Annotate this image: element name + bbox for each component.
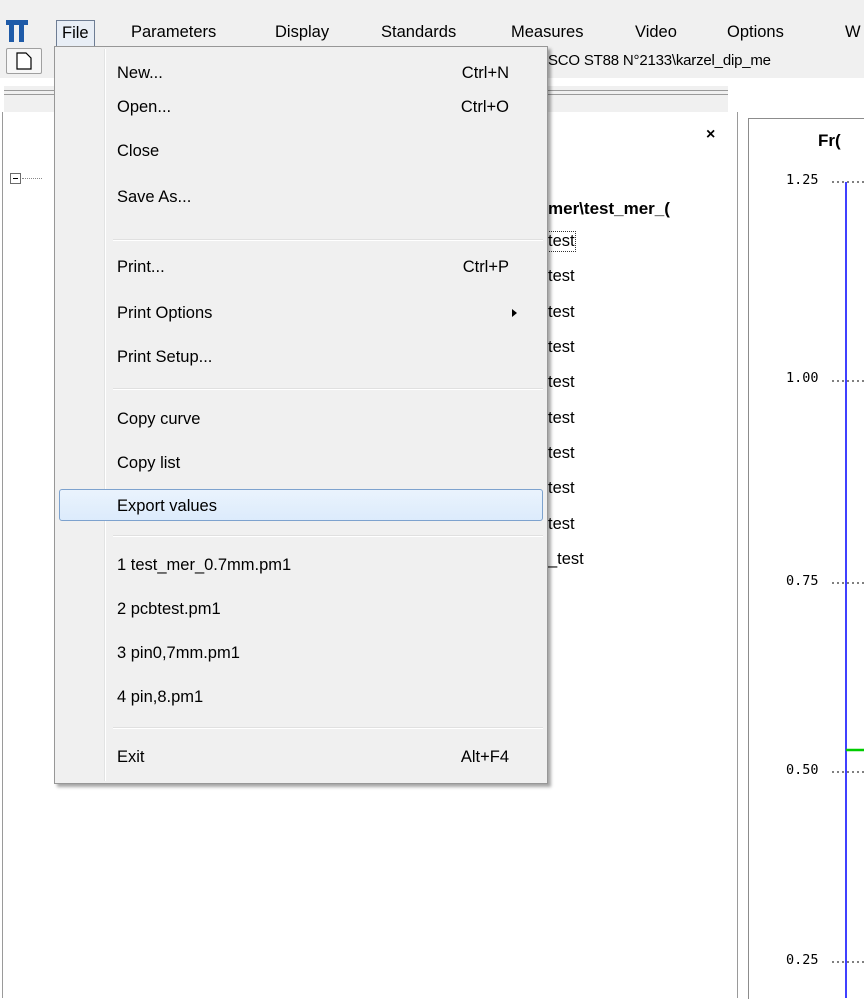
menu-item-print[interactable]: Print... Ctrl+P: [59, 251, 543, 283]
menu-window[interactable]: W: [840, 20, 864, 47]
menu-item-shortcut: Ctrl+N: [461, 64, 509, 82]
menu-item-label: Copy curve: [117, 410, 201, 428]
submenu-arrow-icon: [512, 309, 517, 317]
menu-item-shortcut: Ctrl+O: [460, 98, 509, 116]
menu-item-print-setup[interactable]: Print Setup...: [59, 341, 543, 373]
new-document-button[interactable]: [6, 48, 42, 74]
app-logo-icon: [6, 20, 28, 42]
menu-item-label: Copy list: [117, 454, 181, 472]
menu-item-label: 1 test_mer_0.7mm.pm1: [117, 556, 292, 574]
menu-item-shortcut: Ctrl+P: [462, 258, 509, 276]
menu-item-label: Print...: [117, 258, 165, 276]
menu-item-recent-4[interactable]: 4 pin,8.pm1: [59, 681, 543, 713]
tree-connector: [22, 178, 42, 179]
tree-node[interactable]: test: [548, 303, 575, 322]
menu-bar: File Parameters Display Standards Measur…: [0, 0, 864, 47]
y-tick-label: 0.75: [786, 573, 819, 589]
menu-item-recent-3[interactable]: 3 pin0,7mm.pm1: [59, 637, 543, 669]
menu-item-label: New...: [117, 64, 163, 82]
tree-node[interactable]: test: [548, 267, 575, 286]
new-document-icon: [16, 52, 32, 70]
tree-collapse-icon[interactable]: [10, 173, 21, 184]
menu-item-label: Print Options: [117, 304, 213, 322]
document-path: SCO ST88 N°2133\karzel_dip_me: [548, 52, 771, 69]
menu-display[interactable]: Display: [270, 20, 334, 47]
menu-item-export-values[interactable]: Export values: [59, 489, 543, 521]
tree-node[interactable]: test: [548, 515, 575, 534]
menu-item-recent-1[interactable]: 1 test_mer_0.7mm.pm1: [59, 549, 543, 581]
menu-item-recent-2[interactable]: 2 pcbtest.pm1: [59, 593, 543, 625]
menu-item-print-options[interactable]: Print Options: [59, 297, 543, 329]
menu-item-label: Print Setup...: [117, 348, 213, 366]
menu-item-label: 3 pin0,7mm.pm1: [117, 644, 240, 662]
menu-separator: [113, 239, 543, 241]
tree-node[interactable]: _test: [548, 550, 584, 569]
menu-file[interactable]: File: [56, 20, 95, 47]
menu-item-label: 2 pcbtest.pm1: [117, 600, 221, 618]
menu-item-save-as[interactable]: Save As...: [59, 181, 543, 213]
tree-root-node[interactable]: mer\test_mer_(: [548, 199, 670, 219]
menu-item-new[interactable]: New... Ctrl+N: [59, 57, 543, 89]
menu-item-label: Open...: [117, 98, 172, 116]
menu-item-shortcut: Alt+F4: [460, 748, 509, 766]
tree-node[interactable]: test: [548, 479, 575, 498]
menu-item-label: 4 pin,8.pm1: [117, 688, 204, 706]
y-tick-label: 0.25: [786, 952, 819, 968]
menu-item-label: Exit: [117, 748, 145, 766]
chart-title: Fr(: [818, 131, 841, 150]
menu-separator: [113, 388, 543, 390]
menu-separator: [113, 727, 543, 729]
chart-plot: [832, 181, 864, 998]
menu-item-label: Close: [117, 142, 160, 160]
menu-video[interactable]: Video: [630, 20, 682, 47]
menu-item-open[interactable]: Open... Ctrl+O: [59, 91, 543, 123]
menu-parameters[interactable]: Parameters: [126, 20, 221, 47]
tree-node[interactable]: test: [548, 373, 575, 392]
menu-separator: [113, 535, 543, 537]
menu-measures[interactable]: Measures: [506, 20, 588, 47]
tree-node[interactable]: test: [548, 444, 575, 463]
menu-item-label: Save As...: [117, 188, 192, 206]
y-tick-label: 1.25: [786, 172, 819, 188]
tree-node[interactable]: test: [548, 338, 575, 357]
menu-item-exit[interactable]: Exit Alt+F4: [59, 741, 543, 773]
y-tick-label: 1.00: [786, 370, 819, 386]
close-icon[interactable]: ×: [706, 127, 715, 143]
menu-item-close[interactable]: Close: [59, 135, 543, 167]
menu-item-copy-curve[interactable]: Copy curve: [59, 403, 543, 435]
tree-node[interactable]: test: [547, 231, 576, 252]
menu-standards[interactable]: Standards: [376, 20, 461, 47]
tree-node[interactable]: test: [548, 409, 575, 428]
menu-options[interactable]: Options: [722, 20, 789, 47]
menu-item-copy-list[interactable]: Copy list: [59, 447, 543, 479]
menu-item-label: Export values: [117, 497, 217, 515]
file-menu-dropdown: New... Ctrl+N Open... Ctrl+O Close Save …: [54, 46, 548, 784]
y-tick-label: 0.50: [786, 762, 819, 778]
